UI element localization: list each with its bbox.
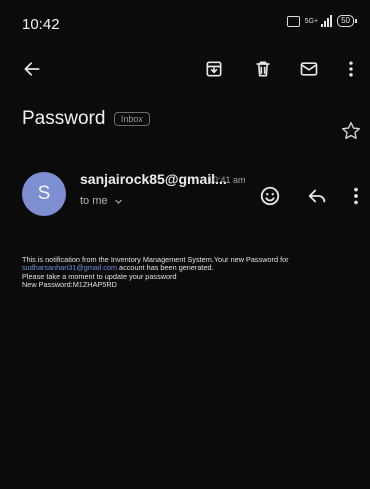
status-bar: 10:42 5G+ 50 xyxy=(0,0,370,48)
to-me-label: to me xyxy=(80,195,108,207)
arrow-left-icon xyxy=(24,62,40,76)
avatar[interactable]: S xyxy=(22,172,66,216)
inbox-label-chip[interactable]: Inbox xyxy=(113,112,150,126)
reply-icon xyxy=(308,189,326,203)
recipients-toggle[interactable]: to me xyxy=(80,195,123,207)
sender-address[interactable]: sanjairock85@gmail... xyxy=(80,171,227,187)
body-line-4: New Password:M1ZHAP5RD xyxy=(22,280,117,290)
trash-icon xyxy=(256,61,270,77)
notification-box-icon xyxy=(286,15,300,27)
delete-button[interactable] xyxy=(249,55,277,83)
react-emoji-button[interactable] xyxy=(258,184,282,208)
more-options-button[interactable] xyxy=(337,55,365,83)
battery-icon: 50 xyxy=(337,15,357,27)
status-icons: 5G+ 50 xyxy=(286,15,357,27)
archive-icon xyxy=(206,61,222,77)
subject-row: Password Inbox xyxy=(22,108,362,148)
email-subject: Password xyxy=(22,108,106,129)
chevron-down-icon xyxy=(114,199,122,204)
smiley-icon xyxy=(260,186,280,206)
more-vert-icon xyxy=(354,187,358,205)
mail-icon xyxy=(300,62,318,76)
status-time: 10:42 xyxy=(22,16,60,33)
more-vert-icon xyxy=(349,61,353,77)
network-type-label: 5G+ xyxy=(304,17,319,25)
reply-button[interactable] xyxy=(305,184,329,208)
sender-row: S sanjairock85@gmail... 10:41 am to me xyxy=(22,167,362,217)
star-icon[interactable] xyxy=(340,120,362,142)
email-body: This is notification from the Inventory … xyxy=(22,255,352,290)
mark-unread-button[interactable] xyxy=(295,55,323,83)
email-toolbar xyxy=(0,55,370,89)
signal-icon xyxy=(321,15,333,27)
back-button[interactable] xyxy=(18,55,46,83)
message-more-button[interactable] xyxy=(344,184,368,208)
archive-button[interactable] xyxy=(200,55,228,83)
email-time: 10:41 am xyxy=(208,175,246,185)
